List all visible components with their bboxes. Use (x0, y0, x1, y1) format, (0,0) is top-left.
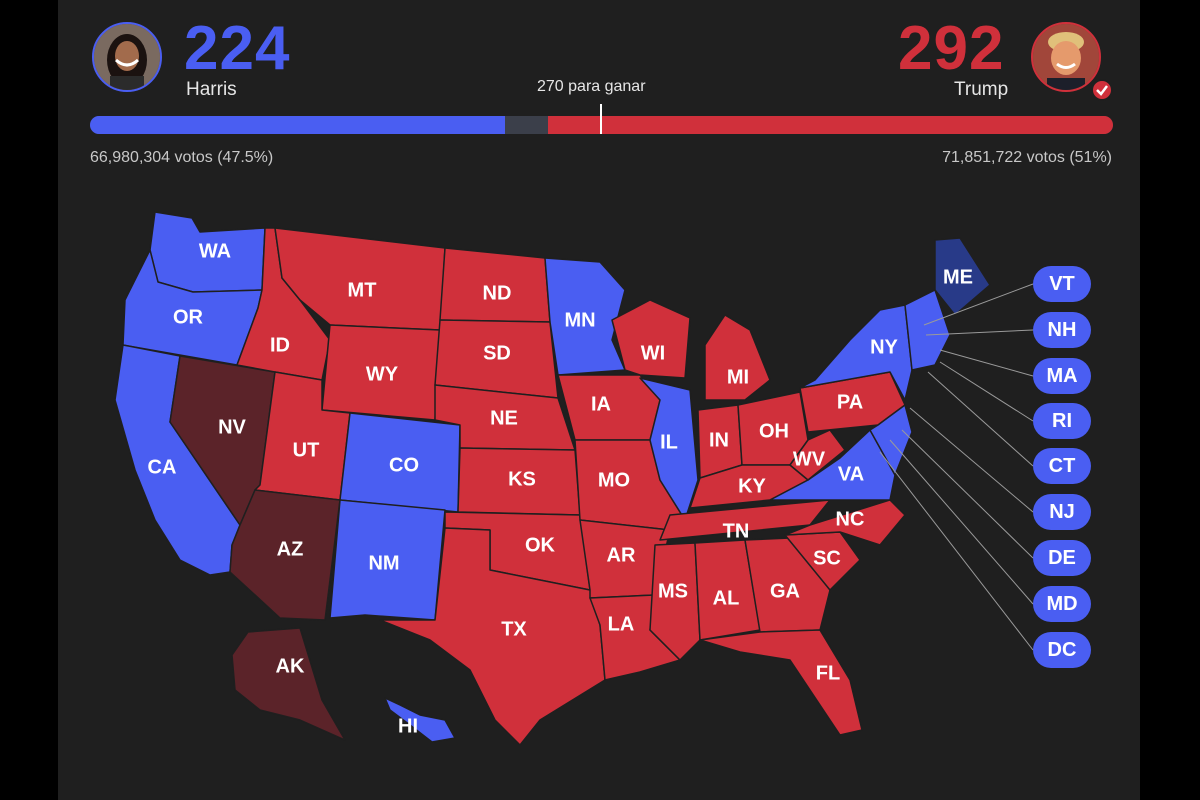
label-AR: AR (607, 544, 636, 566)
pill-CT[interactable]: CT (1033, 448, 1091, 484)
pill-RI[interactable]: RI (1033, 403, 1091, 439)
label-MT: MT (348, 279, 377, 301)
label-MO: MO (598, 469, 630, 491)
label-IN: IN (709, 429, 729, 451)
label-WA: WA (199, 240, 231, 262)
label-WV: WV (793, 448, 826, 470)
label-TX: TX (501, 618, 527, 640)
pill-NH[interactable]: NH (1033, 312, 1091, 348)
label-OK: OK (525, 534, 556, 556)
label-MI: MI (727, 366, 749, 388)
label-CO: CO (389, 454, 419, 476)
state-WI[interactable] (611, 299, 691, 379)
pill-VT[interactable]: VT (1033, 266, 1091, 302)
label-LA: LA (608, 613, 635, 635)
label-OR: OR (173, 306, 204, 328)
label-MS: MS (658, 580, 688, 602)
label-NE: NE (490, 407, 518, 429)
label-GA: GA (770, 580, 800, 602)
label-ME: ME (943, 266, 973, 288)
label-WY: WY (366, 363, 399, 385)
label-KY: KY (738, 475, 766, 497)
pill-NJ[interactable]: NJ (1033, 494, 1091, 530)
label-MN: MN (564, 309, 595, 331)
state-NE-states (904, 289, 951, 371)
label-KS: KS (508, 468, 536, 490)
label-FL: FL (816, 662, 840, 684)
label-AK: AK (276, 655, 305, 677)
label-SC: SC (813, 547, 841, 569)
label-AL: AL (713, 587, 740, 609)
us-electoral-map: WA OR CA NV ID MT WY UT AZ CO NM ND SD N… (114, 211, 1034, 746)
label-NY: NY (870, 336, 898, 358)
label-TN: TN (723, 520, 750, 542)
state-HI[interactable] (384, 697, 456, 743)
pill-DC[interactable]: DC (1033, 632, 1091, 668)
label-ND: ND (483, 282, 512, 304)
label-AZ: AZ (277, 538, 304, 560)
label-HI: HI (398, 715, 418, 737)
pill-MD[interactable]: MD (1033, 586, 1091, 622)
label-IL: IL (660, 431, 678, 453)
label-OH: OH (759, 420, 789, 442)
label-IA: IA (591, 393, 611, 415)
label-NC: NC (836, 508, 865, 530)
label-SD: SD (483, 342, 511, 364)
label-VA: VA (838, 463, 864, 485)
label-UT: UT (293, 439, 320, 461)
pill-DE[interactable]: DE (1033, 540, 1091, 576)
label-PA: PA (837, 391, 863, 413)
label-NV: NV (218, 416, 246, 438)
label-CA: CA (148, 456, 177, 478)
label-ID: ID (270, 334, 290, 356)
label-WI: WI (641, 342, 665, 364)
label-NM: NM (368, 552, 399, 574)
state-AK[interactable] (231, 627, 346, 741)
pill-MA[interactable]: MA (1033, 358, 1091, 394)
